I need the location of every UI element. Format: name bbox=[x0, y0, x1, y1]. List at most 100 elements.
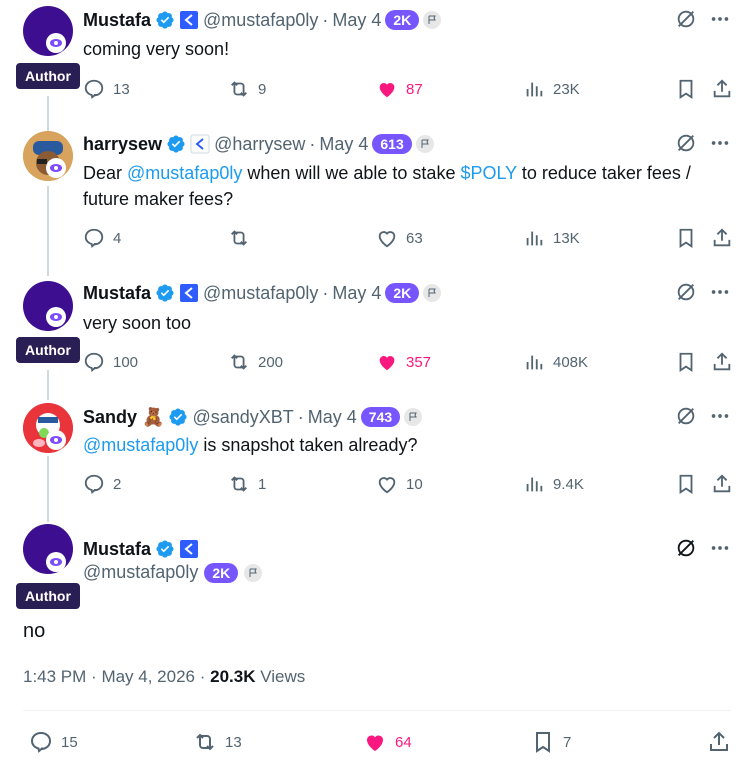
like-count: 63 bbox=[406, 229, 423, 247]
post-date[interactable]: May 4 bbox=[308, 407, 357, 428]
handle[interactable]: @mustafap0ly bbox=[203, 10, 318, 31]
share-icon[interactable] bbox=[711, 473, 733, 495]
main-tweet-text: no bbox=[23, 620, 46, 642]
grok-icon[interactable] bbox=[675, 8, 697, 30]
flag-icon[interactable] bbox=[415, 135, 434, 153]
affiliate-icon bbox=[180, 284, 199, 302]
more-icon[interactable] bbox=[709, 537, 731, 559]
like-button[interactable]: 64 bbox=[363, 730, 412, 754]
thread-line bbox=[47, 96, 49, 132]
mention-link[interactable]: @mustafap0ly bbox=[127, 163, 242, 183]
bookmark-icon[interactable] bbox=[675, 78, 697, 100]
heart-filled-icon bbox=[379, 356, 395, 371]
handle[interactable]: @sandyXBT bbox=[192, 407, 293, 428]
handle[interactable]: @mustafap0ly bbox=[83, 562, 198, 583]
eye-badge-icon bbox=[46, 552, 66, 572]
tweet-options bbox=[675, 537, 731, 559]
display-name[interactable]: Mustafa bbox=[83, 283, 151, 304]
views-button[interactable]: 408K bbox=[523, 351, 588, 373]
repost-button[interactable]: 13 bbox=[193, 730, 242, 754]
display-name[interactable]: Sandy 🧸 bbox=[83, 407, 164, 428]
score-badge: 613 bbox=[372, 134, 412, 154]
more-icon[interactable] bbox=[709, 405, 731, 427]
like-count: 64 bbox=[395, 733, 412, 751]
like-button[interactable]: 10 bbox=[376, 473, 423, 495]
share-icon[interactable] bbox=[711, 227, 733, 249]
mention-link[interactable]: @mustafap0ly bbox=[83, 435, 198, 455]
repost-count: 200 bbox=[258, 353, 284, 371]
verified-icon bbox=[156, 11, 174, 29]
flag-icon[interactable] bbox=[423, 11, 442, 29]
main-tweet-actions: 15 13 64 7 bbox=[23, 730, 731, 756]
grok-icon[interactable] bbox=[675, 281, 697, 303]
grok-icon[interactable] bbox=[675, 405, 697, 427]
like-button[interactable]: 357 bbox=[376, 351, 431, 373]
repost-button[interactable]: 200 bbox=[228, 351, 283, 373]
more-icon[interactable] bbox=[709, 132, 731, 154]
like-button[interactable]: 87 bbox=[376, 78, 423, 100]
flag-icon[interactable] bbox=[244, 563, 263, 582]
cashtag-link[interactable]: $POLY bbox=[460, 163, 516, 183]
post-date[interactable]: May 4 bbox=[319, 134, 368, 155]
reply-button[interactable]: 15 bbox=[29, 730, 78, 754]
repost-button[interactable]: 9 bbox=[228, 78, 266, 100]
bookmark-icon[interactable] bbox=[675, 227, 697, 249]
tweet-header: harrysew @harrysew · May 4 613 bbox=[83, 132, 434, 156]
post-time[interactable]: 1:43 PM bbox=[23, 667, 86, 686]
reply-button[interactable]: 13 bbox=[83, 78, 130, 100]
tweet-actions: 4 63 13K bbox=[83, 227, 733, 251]
grok-icon[interactable] bbox=[675, 537, 697, 559]
views-button[interactable]: 9.4K bbox=[523, 473, 584, 495]
like-count: 87 bbox=[406, 80, 423, 98]
flag-icon[interactable] bbox=[404, 408, 423, 426]
score-badge: 2K bbox=[385, 10, 420, 30]
flag-icon[interactable] bbox=[423, 284, 442, 302]
display-name[interactable]: Mustafa bbox=[83, 10, 151, 31]
handle[interactable]: @harrysew bbox=[214, 134, 305, 155]
repost-icon bbox=[231, 81, 247, 97]
heart-icon bbox=[378, 477, 396, 494]
post-date[interactable]: May 4 bbox=[332, 10, 381, 31]
views-button[interactable]: 13K bbox=[523, 227, 580, 249]
share-button[interactable] bbox=[707, 730, 731, 754]
reply-button[interactable]: 4 bbox=[83, 227, 121, 249]
score-badge: 2K bbox=[385, 283, 420, 303]
bookmark-button[interactable]: 7 bbox=[531, 730, 571, 754]
repost-button[interactable] bbox=[228, 227, 258, 249]
share-icon[interactable] bbox=[711, 351, 733, 373]
repost-button[interactable]: 1 bbox=[228, 473, 266, 495]
repost-icon bbox=[196, 733, 214, 751]
views-label: Views bbox=[260, 667, 306, 686]
text-segment: Dear bbox=[83, 163, 128, 183]
bookmark-icon bbox=[536, 732, 550, 753]
reply-button[interactable]: 100 bbox=[83, 351, 138, 373]
display-name[interactable]: Mustafa bbox=[83, 539, 151, 560]
thread-line bbox=[47, 186, 49, 276]
display-name[interactable]: harrysew bbox=[83, 134, 162, 155]
bookmark-icon[interactable] bbox=[675, 473, 697, 495]
repost-icon bbox=[231, 354, 247, 370]
handle[interactable]: @mustafap0ly bbox=[203, 283, 318, 304]
grok-icon[interactable] bbox=[675, 132, 697, 154]
separator: · bbox=[309, 133, 316, 154]
more-icon[interactable] bbox=[709, 8, 731, 30]
post-date[interactable]: May 4, 2026 bbox=[101, 667, 195, 686]
post-date[interactable]: May 4 bbox=[332, 283, 381, 304]
author-tag: Author bbox=[16, 583, 80, 609]
like-button[interactable]: 63 bbox=[376, 227, 423, 249]
tweet-text: coming very soon! bbox=[83, 39, 230, 59]
thread-line bbox=[47, 370, 49, 400]
reply-count: 100 bbox=[113, 353, 139, 371]
tweet-options bbox=[675, 132, 731, 154]
main-handle-row: @mustafap0ly 2K bbox=[83, 562, 263, 583]
more-icon[interactable] bbox=[709, 281, 731, 303]
share-icon[interactable] bbox=[711, 78, 733, 100]
bookmark-icon[interactable] bbox=[675, 351, 697, 373]
affiliate-icon bbox=[190, 134, 210, 154]
like-count: 10 bbox=[406, 475, 423, 493]
views-button[interactable]: 23K bbox=[523, 78, 580, 100]
share-group bbox=[675, 473, 733, 495]
views-icon bbox=[526, 477, 543, 492]
tweet-header: Mustafa @mustafap0ly · May 4 2K bbox=[83, 281, 442, 305]
reply-button[interactable]: 2 bbox=[83, 473, 121, 495]
